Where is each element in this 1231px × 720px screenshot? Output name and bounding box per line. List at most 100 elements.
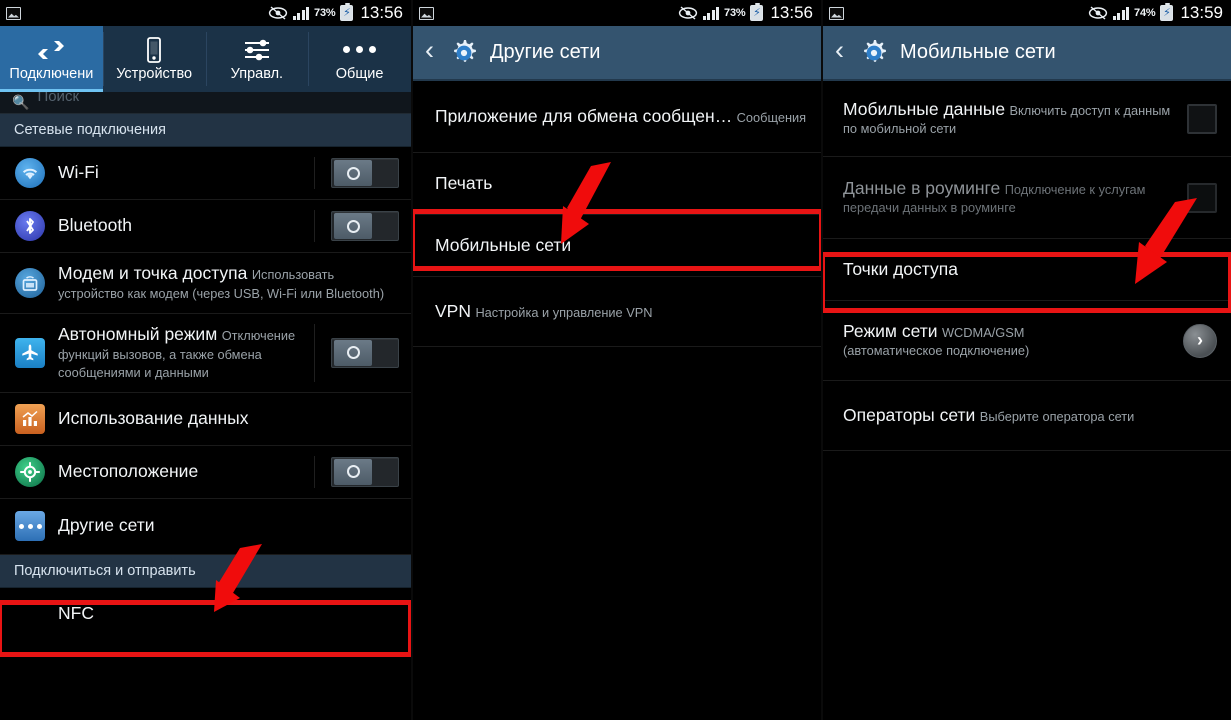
airplane-mode-toggle[interactable]	[331, 337, 399, 368]
list-item-label: Печать	[435, 172, 493, 193]
list-item-label: Автономный режим	[58, 323, 218, 344]
status-bar-panel2: 73% ⚡ 13:56	[413, 0, 821, 26]
tethering-icon	[14, 267, 46, 299]
list-item-label: Данные в роуминге	[843, 177, 1001, 198]
wifi-icon	[14, 157, 46, 189]
list-item-label: Приложение для обмена сообщен…	[435, 105, 733, 126]
list-item-messaging-app[interactable]: Приложение для обмена сообщен… Сообщения	[413, 81, 821, 153]
phone-screen-settings-connections: 73% ⚡ 13:56 Подключени Устройство Управл…	[0, 0, 411, 720]
location-toggle[interactable]	[331, 456, 399, 487]
list-item-access-points[interactable]: Точки доступа	[823, 239, 1231, 301]
search-input[interactable]: 🔍 Поиск	[0, 92, 411, 114]
battery-charging-icon: ⚡	[1160, 3, 1174, 21]
phone-screen-other-networks: 73% ⚡ 13:56 ‹ Другие сети Приложение для…	[411, 0, 821, 720]
tab-controls[interactable]: Управл.	[205, 26, 309, 92]
connections-arrows-icon	[37, 37, 65, 63]
list-item-label: Точки доступа	[843, 258, 958, 279]
battery-percent-label: 73%	[314, 7, 336, 19]
back-chevron-icon[interactable]: ‹	[833, 37, 848, 68]
divider	[314, 210, 315, 242]
settings-gear-icon	[448, 37, 480, 69]
eye-icon	[268, 6, 288, 20]
nfc-icon	[14, 598, 46, 630]
signal-bars-icon	[292, 6, 310, 20]
list-item-sublabel: Сообщения	[736, 109, 807, 125]
list-item-airplane-mode[interactable]: Автономный режим Отключение функций вызо…	[0, 313, 411, 393]
list-item-label: VPN	[435, 300, 471, 321]
list-item-network-mode[interactable]: Режим сети WCDMA/GSM (автоматическое под…	[823, 301, 1231, 381]
action-bar-panel3: ‹ Мобильные сети	[823, 26, 1231, 81]
tab-general[interactable]: Общие	[308, 26, 411, 92]
list-item-data-usage[interactable]: Использование данных	[0, 392, 411, 446]
list-item-sublabel: Настройка и управление VPN	[475, 304, 653, 320]
search-icon: 🔍	[12, 94, 30, 110]
section-header-connect-and-send: Подключиться и отправить	[0, 554, 411, 588]
divider	[314, 455, 315, 488]
page-title: Мобильные сети	[900, 41, 1056, 63]
list-item-label: NFC	[58, 602, 94, 623]
search-placeholder: Поиск	[37, 92, 80, 105]
list-item-label: Bluetooth	[58, 215, 132, 236]
tab-device[interactable]: Устройство	[102, 26, 206, 92]
three-phone-screenshots: 73% ⚡ 13:56 Подключени Устройство Управл…	[0, 0, 1231, 720]
eye-icon	[678, 6, 698, 20]
list-item-label: Wi-Fi	[58, 162, 99, 183]
list-item-nfc[interactable]: NFC	[0, 587, 411, 640]
list-item-label: Мобильные сети	[435, 234, 572, 255]
list-item-network-operators[interactable]: Операторы сети Выберите оператора сети	[823, 381, 1231, 451]
mobile-data-checkbox[interactable]	[1187, 103, 1217, 134]
action-bar-panel2: ‹ Другие сети	[413, 26, 821, 81]
settings-tab-bar: Подключени Устройство Управл. Общие	[0, 26, 411, 92]
eye-icon	[1088, 6, 1108, 20]
list-item-label: Использование данных	[58, 407, 249, 428]
location-icon	[14, 456, 46, 488]
battery-charging-icon: ⚡	[340, 3, 354, 21]
picture-icon	[6, 6, 21, 20]
other-networks-icon	[14, 510, 46, 542]
list-item-label: Операторы сети	[843, 404, 976, 425]
status-bar-panel1: 73% ⚡ 13:56	[0, 0, 411, 26]
phone-screen-mobile-networks: 74% ⚡ 13:59 ‹ Мобильные сети Мобильные д…	[821, 0, 1231, 720]
tab-controls-label: Управл.	[230, 65, 284, 82]
signal-bars-icon	[702, 6, 720, 20]
list-item-label: Местоположение	[58, 460, 199, 481]
page-title: Другие сети	[490, 41, 601, 63]
sliders-icon	[243, 37, 271, 63]
bluetooth-icon	[14, 210, 46, 242]
divider	[314, 323, 315, 382]
clock-label: 13:56	[770, 3, 813, 22]
list-item-label: Режим сети	[843, 320, 938, 341]
list-item-mobile-data[interactable]: Мобильные данные Включить доступ к данны…	[823, 81, 1231, 157]
battery-percent-label: 73%	[724, 7, 746, 19]
divider	[314, 157, 315, 189]
bluetooth-toggle[interactable]	[331, 211, 399, 241]
list-item-sublabel: Выберите оператора сети	[979, 408, 1135, 424]
picture-icon	[419, 6, 434, 20]
three-dots-icon	[343, 37, 377, 63]
list-item-mobile-networks[interactable]: Мобильные сети	[413, 215, 821, 277]
list-item-data-roaming[interactable]: Данные в роуминге Подключение к услугам …	[823, 157, 1231, 239]
list-item-location[interactable]: Местоположение	[0, 445, 411, 499]
tab-connections-label: Подключени	[9, 65, 94, 82]
phone-icon	[144, 36, 164, 63]
list-item-wifi[interactable]: Wi-Fi	[0, 147, 411, 200]
signal-bars-icon	[1112, 6, 1130, 20]
airplane-icon	[14, 337, 46, 369]
clock-label: 13:56	[360, 3, 403, 22]
data-roaming-checkbox[interactable]	[1187, 182, 1217, 213]
tab-device-label: Устройство	[116, 65, 193, 82]
section-header-network-connections: Сетевые подключения	[0, 114, 411, 147]
tab-connections[interactable]: Подключени	[0, 26, 103, 92]
chevron-right-icon[interactable]: ›	[1183, 323, 1217, 358]
list-item-label: Модем и точка доступа	[58, 263, 248, 283]
wifi-toggle[interactable]	[331, 158, 399, 188]
back-chevron-icon[interactable]: ‹	[423, 37, 438, 68]
list-item-tethering[interactable]: Модем и точка доступа Использовать устро…	[0, 253, 411, 314]
battery-percent-label: 74%	[1134, 7, 1156, 19]
data-usage-icon	[14, 403, 46, 435]
list-item-vpn[interactable]: VPN Настройка и управление VPN	[413, 277, 821, 347]
battery-charging-icon: ⚡	[750, 3, 764, 21]
list-item-other-networks[interactable]: Другие сети	[0, 498, 411, 555]
list-item-print[interactable]: Печать	[413, 153, 821, 215]
list-item-bluetooth[interactable]: Bluetooth	[0, 200, 411, 253]
